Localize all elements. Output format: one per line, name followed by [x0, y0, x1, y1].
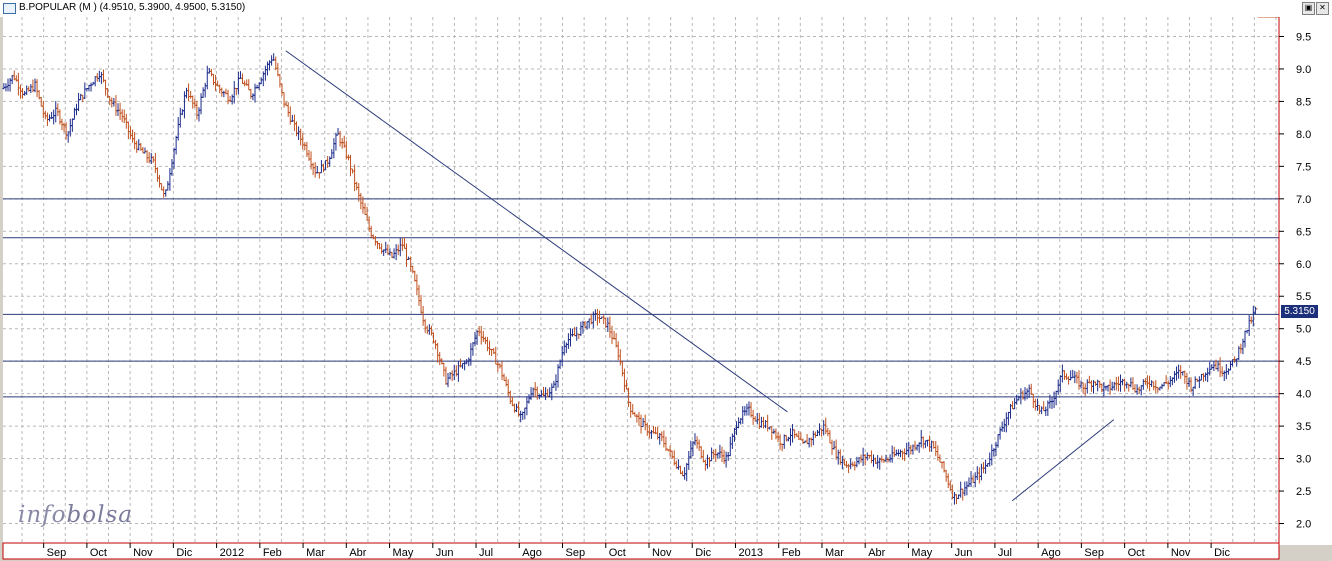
restore-button[interactable]: ▣ [1302, 2, 1315, 15]
chart-window: B.POPULAR (M ) (4.9510, 5.3900, 4.9500, … [0, 0, 1332, 561]
x-tick-label: Abr [349, 547, 366, 559]
x-tick-label: May [911, 547, 932, 559]
y-tick-label: 9.0 [1296, 64, 1311, 76]
x-tick-label: Jun [955, 547, 973, 559]
x-tick-label: May [393, 547, 414, 559]
plot-area [3, 17, 1279, 545]
x-tick-label: Oct [1128, 547, 1145, 559]
x-tick-label: Sep [1084, 547, 1104, 559]
x-tick-label: Mar [825, 547, 844, 559]
y-tick-label: 3.0 [1296, 454, 1311, 466]
x-tick-label: Feb [263, 547, 282, 559]
y-tick-label: 6.0 [1296, 259, 1311, 271]
x-tick-label: Mar [306, 547, 325, 559]
x-tick-label: Jun [436, 547, 454, 559]
x-tick-label: Dic [1214, 547, 1230, 559]
y-tick-label: 8.0 [1296, 129, 1311, 141]
y-tick-label: 3.5 [1296, 421, 1311, 433]
x-tick-label: Sep [566, 547, 586, 559]
price-chart: 2.0 2.5 3.0 3.5 4.0 4.5 5.0 5.5 6.0 6.5 7.0 7.5 8.0 8… [0, 17, 1332, 561]
x-tick-label: Nov [1171, 547, 1191, 559]
title-bar: B.POPULAR (M ) (4.9510, 5.3900, 4.9500, … [0, 0, 1332, 18]
x-tick-label: Ago [1041, 547, 1061, 559]
x-tick-label: Jul [479, 547, 493, 559]
y-tick-label: 9.5 [1296, 31, 1311, 43]
window-title: B.POPULAR (M ) (4.9510, 5.3900, 4.9500, … [19, 2, 246, 13]
x-tick-label: Nov [133, 547, 153, 559]
y-tick-label: 2.5 [1296, 486, 1311, 498]
x-tick-label: Ago [522, 547, 542, 559]
x-tick-label: Nov [652, 547, 672, 559]
chart-window-icon [3, 3, 16, 14]
close-icon: ✕ [1319, 3, 1326, 12]
x-tick-label: Feb [782, 547, 801, 559]
x-tick-label: Jul [998, 547, 1012, 559]
x-tick-label: Dic [176, 547, 192, 559]
y-tick-label: 8.5 [1296, 96, 1311, 108]
x-tick-label: Oct [609, 547, 626, 559]
y-tick-label: 5.0 [1296, 324, 1311, 336]
x-tick-label: Sep [47, 547, 67, 559]
infobolsa-watermark: infobolsa [18, 502, 133, 528]
x-tick-label: Abr [868, 547, 885, 559]
y-tick-label: 7.5 [1296, 161, 1311, 173]
x-tick-label: Oct [90, 547, 107, 559]
restore-icon: ▣ [1304, 3, 1313, 12]
x-tick-label: 2012 [220, 547, 244, 559]
y-tick-label: 6.5 [1296, 226, 1311, 238]
y-tick-label: 2.0 [1296, 519, 1311, 531]
x-tick-label: 2013 [738, 547, 762, 559]
y-tick-label: 4.0 [1296, 389, 1311, 401]
x-tick-label: Dic [695, 547, 711, 559]
y-tick-label: 7.0 [1296, 194, 1311, 206]
y-tick-label: 4.5 [1296, 356, 1311, 368]
watermark-bolsa: bolsa [66, 502, 133, 528]
last-price-label: 5.3150 [1280, 304, 1319, 319]
y-tick-label: 5.5 [1296, 291, 1311, 303]
close-button[interactable]: ✕ [1316, 2, 1329, 15]
watermark-info: info [18, 502, 67, 528]
